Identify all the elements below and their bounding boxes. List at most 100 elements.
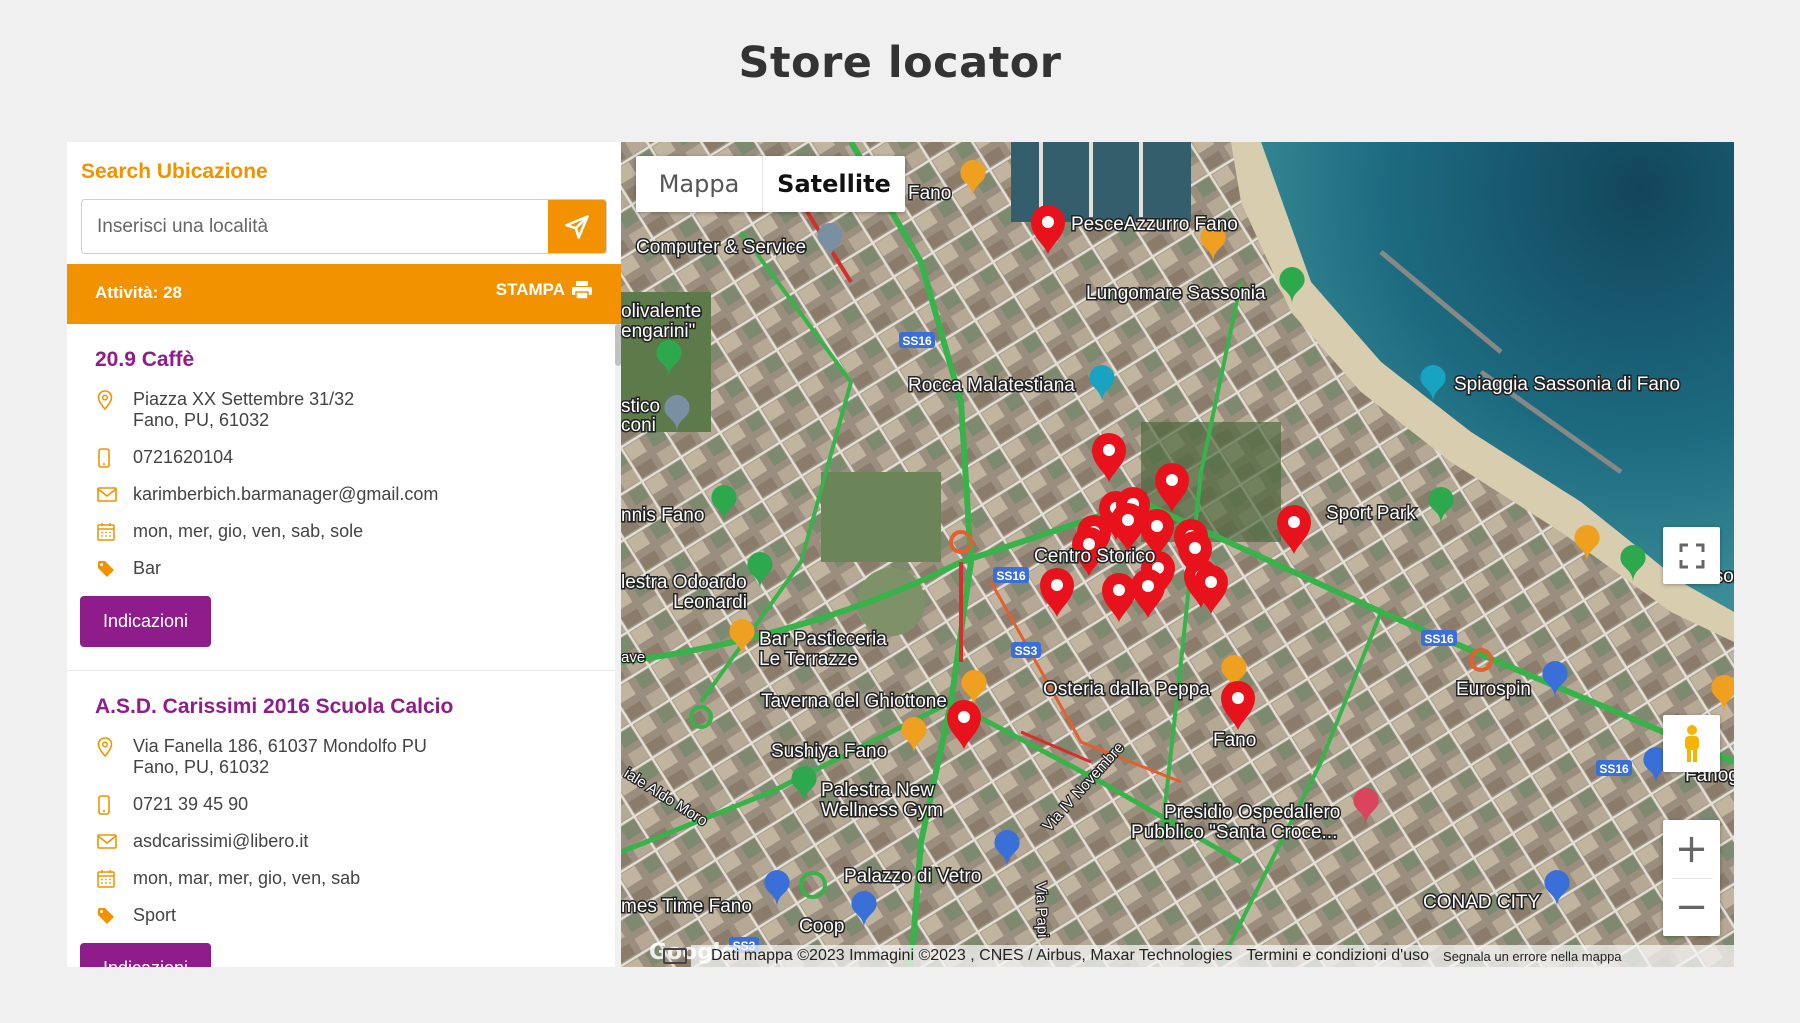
mail-icon — [95, 831, 133, 852]
send-arrow-icon — [565, 214, 589, 239]
map-pin-icon — [95, 389, 133, 410]
map-label: Rocca Malatestiana — [908, 375, 1075, 396]
store-list-panel: Search Ubicazione Attività: 28 STAMPA 20… — [67, 142, 621, 967]
directions-button[interactable]: Indicazioni — [80, 943, 211, 967]
opening-days: mon, mer, gio, ven, sab, sole — [133, 521, 364, 541]
map-label: Computer & Service — [636, 237, 806, 258]
map-data-credit: Dati mappa ©2023 Immagini ©2023 , CNES /… — [711, 947, 1233, 964]
svg-text:SS16: SS16 — [902, 334, 932, 348]
address-line-2: Fano, PU, 61032 — [133, 757, 270, 777]
street-label: ave — [621, 649, 645, 666]
store-item: 20.9 Caffè Piazza XX Settembre 31/32 Fano… — [67, 324, 621, 671]
store-address: Piazza XX Settembre 31/32 Fano, PU, 61032 — [95, 384, 621, 441]
category-label: Sport — [133, 905, 177, 925]
map-view[interactable]: SS16 SS16 SS3 SS16 SS16 SS3 — [621, 142, 1734, 967]
map-label: stico — [621, 396, 660, 417]
phone-number[interactable]: 0721620104 — [133, 447, 233, 468]
map-label: Wellness Gym — [821, 800, 943, 821]
address-line-1: Via Fanella 186, 61037 Mondolfo PU — [133, 736, 427, 756]
satellite-map-image: SS16 SS16 SS3 SS16 SS16 SS3 — [621, 142, 1734, 967]
map-label: Fano — [1213, 730, 1256, 751]
store-list: 20.9 Caffè Piazza XX Settembre 31/32 Fano… — [67, 324, 621, 967]
map-label: coni — [621, 415, 656, 436]
map-label: Taverna del Ghiottone — [761, 691, 947, 712]
fullscreen-button[interactable] — [1663, 527, 1720, 584]
svg-text:SS16: SS16 — [1424, 632, 1454, 646]
store-category: Bar — [95, 552, 621, 589]
map-label: Le Terrazze — [759, 649, 858, 670]
map-pin-icon — [95, 736, 133, 757]
email-address[interactable]: asdcarissimi@libero.it — [133, 831, 308, 852]
store-days: mon, mar, mer, gio, ven, sab — [95, 862, 621, 899]
map-label: Sushiya Fano — [771, 741, 887, 762]
store-email: karimberbich.barmanager@gmail.com — [95, 478, 621, 515]
zoom-out-button[interactable]: − — [1663, 879, 1720, 936]
map-type-toggle: Mappa Satellite — [636, 156, 905, 212]
map-type-satellite-button[interactable]: Satellite — [762, 156, 905, 212]
map-label: Palestra New — [821, 780, 934, 801]
street-label: Via Papi — [1032, 882, 1051, 938]
pegman-icon — [1684, 724, 1699, 762]
map-label: Leonardi — [673, 592, 747, 613]
locate-button[interactable] — [548, 200, 606, 253]
map-label: Bar Pasticceria — [759, 629, 887, 650]
terms-link[interactable]: Termini e condizioni d'uso — [1246, 947, 1429, 965]
map-label: mes Time Fano — [621, 896, 752, 917]
page-title: Store locator — [738, 38, 1062, 88]
map-label: lestra Odoardo — [621, 572, 747, 593]
printer-icon — [572, 281, 592, 300]
search-input[interactable] — [82, 200, 550, 253]
zoom-in-button[interactable]: + — [1663, 821, 1720, 878]
calendar-icon — [95, 868, 133, 889]
search-box — [81, 199, 607, 254]
fullscreen-icon — [1679, 543, 1704, 568]
calendar-icon — [95, 521, 133, 542]
category-label: Bar — [133, 558, 162, 578]
svg-text:SS3: SS3 — [1015, 644, 1038, 658]
print-label: STAMPA — [495, 280, 565, 299]
map-label: Palazzo di Vetro — [844, 866, 981, 887]
map-label: PesceAzzurro Fano — [1071, 214, 1238, 235]
map-label: Osteria dalla Peppa — [1043, 679, 1210, 700]
email-address[interactable]: karimberbich.barmanager@gmail.com — [133, 484, 438, 505]
map-label: Centro Storico — [1034, 546, 1155, 567]
keyboard-icon[interactable] — [663, 948, 687, 964]
map-label: Presidio Ospedaliero — [1164, 802, 1340, 823]
store-email: asdcarissimi@libero.it — [95, 825, 621, 862]
phone-icon — [95, 794, 133, 815]
report-error-link[interactable]: Segnala un errore nella mappa — [1443, 949, 1622, 964]
address-line-1: Piazza XX Settembre 31/32 — [133, 389, 355, 409]
map-label: CONAD CITY — [1423, 892, 1541, 913]
address-line-2: Fano, PU, 61032 — [133, 410, 270, 430]
results-count: Attività: 28 — [95, 283, 182, 302]
tag-icon — [95, 905, 133, 926]
mail-icon — [95, 484, 133, 505]
store-address: Via Fanella 186, 61037 Mondolfo PU Fano, … — [95, 731, 621, 788]
phone-number[interactable]: 0721 39 45 90 — [133, 794, 248, 815]
search-label: Search Ubicazione — [81, 160, 268, 183]
map-label: olivalente — [621, 301, 701, 322]
svg-text:SS16: SS16 — [996, 569, 1026, 583]
street-view-button[interactable] — [1663, 715, 1720, 772]
map-type-map-button[interactable]: Mappa — [636, 156, 762, 212]
svg-text:SS16: SS16 — [1599, 762, 1629, 776]
tag-icon — [95, 558, 133, 579]
map-label: engarini" — [621, 321, 695, 342]
store-name[interactable]: A.S.D. Carissimi 2016 Scuola Calcio — [95, 671, 621, 731]
map-label: Spiaggia Sassonia di Fano — [1454, 374, 1680, 395]
directions-button[interactable]: Indicazioni — [80, 596, 211, 647]
map-label: Lungomare Sassonia — [1086, 283, 1266, 304]
zoom-control: + − — [1663, 820, 1720, 936]
store-name[interactable]: 20.9 Caffè — [95, 324, 621, 384]
phone-icon — [95, 447, 133, 468]
map-label: Pubblico "Santa Croce... — [1131, 822, 1337, 843]
print-button[interactable]: STAMPA — [496, 280, 593, 300]
store-item: A.S.D. Carissimi 2016 Scuola Calcio Via … — [67, 671, 621, 967]
store-days: mon, mer, gio, ven, sab, sole — [95, 515, 621, 552]
store-category: Sport — [95, 899, 621, 936]
map-label: Fano — [908, 183, 951, 204]
map-attribution: Google Dati mappa ©2023 Immagini ©2023 ,… — [621, 940, 1734, 967]
map-label: Coop — [799, 916, 844, 937]
map-label: Eurospin — [1456, 679, 1531, 700]
map-label: nnis Fano — [621, 505, 704, 526]
